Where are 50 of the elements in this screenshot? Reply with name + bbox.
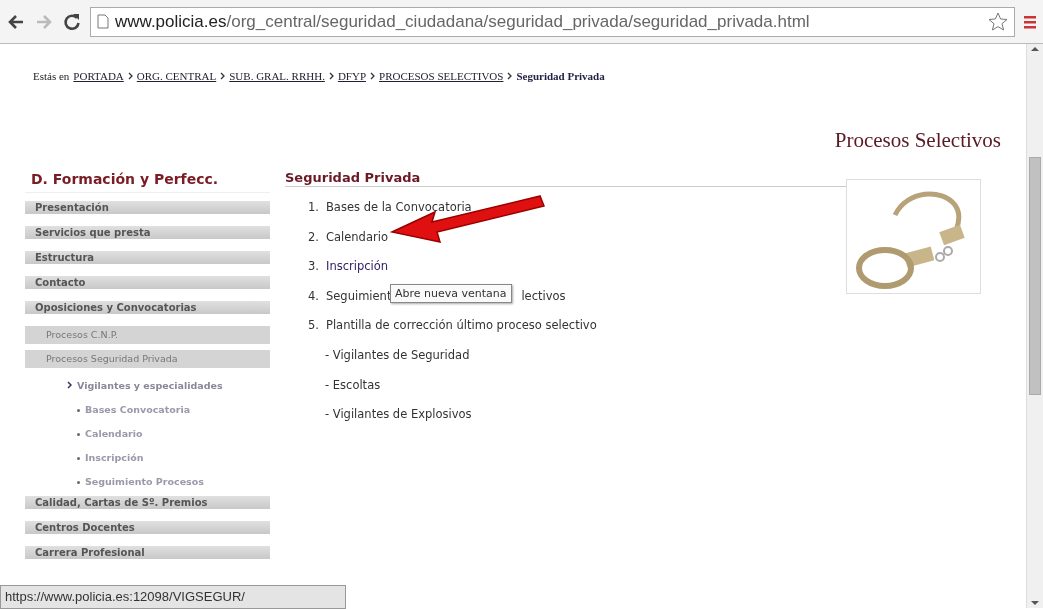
bullet-icon bbox=[77, 409, 80, 412]
list-number: 5. bbox=[308, 318, 319, 335]
list-number: 2. bbox=[308, 229, 319, 246]
separator-icon bbox=[370, 72, 375, 80]
scroll-down-icon[interactable] bbox=[1030, 598, 1040, 608]
page-icon bbox=[97, 14, 109, 29]
sidebar-item[interactable]: Contacto bbox=[25, 276, 270, 289]
list-link[interactable]: Bases de la Convocatoria bbox=[326, 200, 472, 230]
bullet-icon bbox=[77, 433, 80, 436]
list-link[interactable]: - Escoltas bbox=[325, 377, 381, 392]
breadcrumb-link[interactable]: ORG. CENTRAL bbox=[136, 70, 217, 82]
caret-icon bbox=[67, 381, 72, 389]
list-number: 3. bbox=[308, 259, 319, 276]
breadcrumb-link[interactable]: SUB. GRAL. RRHH. bbox=[229, 70, 325, 82]
menu-icon[interactable] bbox=[1023, 13, 1037, 30]
reload-icon[interactable] bbox=[62, 11, 82, 32]
sidebar-item[interactable]: Calidad, Cartas de Sº. Premios bbox=[25, 496, 270, 509]
bullet-icon bbox=[77, 481, 80, 484]
breadcrumb-current: Seguridad Privada bbox=[516, 70, 605, 82]
separator-icon bbox=[328, 72, 334, 80]
tooltip: Abre nueva ventana bbox=[390, 283, 512, 303]
sidebar-item[interactable]: Centros Docentes bbox=[25, 521, 270, 534]
scroll-thumb[interactable] bbox=[1029, 157, 1041, 395]
list-link[interactable]: Inscripción bbox=[326, 259, 389, 289]
sidebar-item[interactable]: Estructura bbox=[25, 251, 270, 264]
breadcrumb-label: Estás en bbox=[33, 70, 70, 82]
list-link[interactable]: - Vigilantes de Explosivos bbox=[325, 407, 472, 422]
address-bar[interactable]: www.policia.es/org_central/seguridad_ciudadana/seguridad_privada/seguridad_privada.html bbox=[90, 6, 1015, 37]
breadcrumb-link[interactable]: DFYP bbox=[337, 70, 366, 82]
separator-icon bbox=[507, 72, 513, 80]
sidebar-item[interactable]: Carrera Profesional bbox=[25, 546, 270, 559]
list-number: 1. bbox=[308, 200, 319, 216]
status-bar: https://www.policia.es:12098/VIGSEGUR/ bbox=[0, 585, 346, 609]
star-icon[interactable] bbox=[988, 11, 1008, 32]
list-number: 4. bbox=[308, 288, 319, 305]
breadcrumb-link[interactable]: PROCESOS SELECTIVOS bbox=[379, 70, 504, 82]
breadcrumb-link[interactable]: PORTADA bbox=[73, 70, 124, 82]
sidebar-title: D. Formación y Perfecc. bbox=[25, 166, 270, 193]
bullet-icon bbox=[77, 457, 80, 460]
sidebar-item[interactable]: Oposiciones y Convocatorias bbox=[25, 301, 270, 314]
sidebar-link[interactable]: Vigilantes y especialidades bbox=[25, 374, 270, 398]
list-link[interactable]: Calendario bbox=[326, 229, 388, 260]
page-title: Procesos Selectivos bbox=[833, 127, 1002, 154]
sidebar-item[interactable]: Presentación bbox=[25, 201, 270, 214]
list-link[interactable]: Plantilla de corrección último proceso selectivo bbox=[326, 318, 597, 348]
separator-icon bbox=[127, 72, 133, 80]
scrollbar[interactable] bbox=[1026, 44, 1043, 608]
list-link[interactable]: - Vigilantes de Seguridad bbox=[325, 347, 470, 362]
separator-icon bbox=[220, 72, 226, 80]
sidebar-item[interactable]: Servicios que presta bbox=[25, 226, 270, 239]
